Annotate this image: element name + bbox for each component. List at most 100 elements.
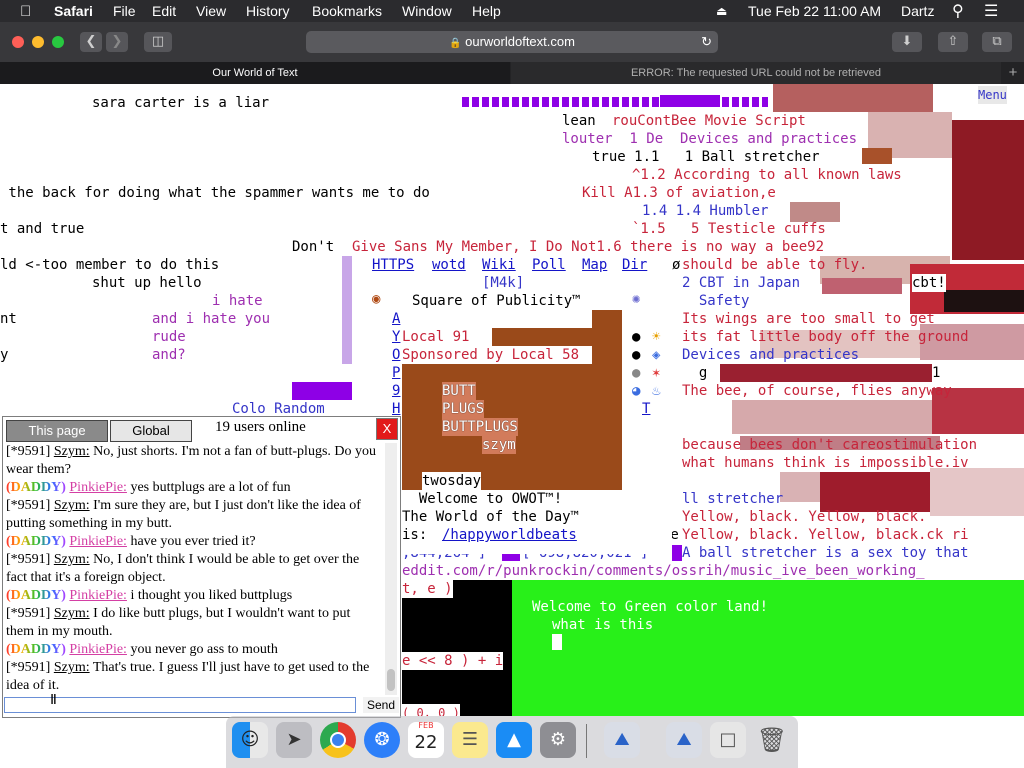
- chat-log[interactable]: [*9591] Szym: No, just shorts. I'm not a…: [6, 443, 381, 693]
- text-green-welcome: Welcome to Green color land!: [532, 599, 769, 615]
- document-icon[interactable]: ⛰: [666, 722, 702, 758]
- link-wiki[interactable]: Wiki: [482, 256, 516, 274]
- chat-rank-badge: (DADDY): [6, 642, 66, 657]
- control-center-icon[interactable]: ☰: [984, 1, 998, 21]
- tabs-overview-button[interactable]: ⧉: [982, 32, 1012, 52]
- chat-username[interactable]: Szym:: [54, 606, 90, 621]
- link-a[interactable]: A: [392, 310, 400, 328]
- send-button[interactable]: Send: [363, 697, 399, 713]
- chat-username[interactable]: Szym:: [54, 498, 90, 513]
- menu-file[interactable]: File: [113, 3, 136, 19]
- notes-icon[interactable]: ☰: [452, 722, 488, 758]
- link-p[interactable]: P: [392, 364, 400, 382]
- back-button[interactable]: ❮: [80, 32, 102, 52]
- reload-icon[interactable]: ↻: [701, 31, 712, 53]
- brown-block: [592, 310, 622, 490]
- chat-username[interactable]: PinkiePie:: [69, 480, 127, 495]
- chat-scrollbar[interactable]: [385, 443, 397, 695]
- app-menu-safari[interactable]: Safari: [54, 3, 93, 19]
- close-chat-button[interactable]: X: [376, 418, 398, 440]
- app-store-icon[interactable]: ▲: [496, 722, 532, 758]
- text-cbt: cbt!: [912, 274, 946, 292]
- menu-bookmarks[interactable]: Bookmarks: [312, 3, 382, 19]
- tab-this-page[interactable]: This page: [6, 420, 108, 442]
- text-humbler: 1.4 1.4 Humbler: [642, 203, 769, 219]
- finder-icon[interactable]: ☺: [232, 722, 268, 758]
- share-icon: ⇧: [947, 34, 959, 49]
- lock-icon: 🔒: [449, 38, 462, 49]
- chat-text: have you ever tried it?: [126, 534, 256, 549]
- chat-username[interactable]: PinkiePie:: [69, 534, 127, 549]
- tab-our-world-of-text[interactable]: Our World of Text: [0, 62, 510, 84]
- chat-username[interactable]: Szym:: [54, 552, 90, 567]
- text-i-hate: i hate: [212, 293, 263, 309]
- chrome-icon[interactable]: [320, 722, 356, 758]
- safari-icon[interactable]: ❂: [364, 722, 400, 758]
- tab-error[interactable]: ERROR: The requested URL could not be re…: [511, 62, 1001, 84]
- menu-view[interactable]: View: [196, 3, 226, 19]
- link-https[interactable]: HTTPS: [372, 256, 414, 274]
- chat-user-id: [*9591]: [6, 444, 51, 459]
- plus-icon: +: [1008, 64, 1018, 81]
- chat-username[interactable]: Szym:: [54, 444, 90, 459]
- launchpad-icon[interactable]: ➤: [276, 722, 312, 758]
- user-name[interactable]: Dartz: [901, 3, 934, 19]
- link-9[interactable]: 9: [392, 382, 400, 400]
- text-yellow-1: Yellow, black. Yellow, black.: [682, 509, 927, 525]
- tab-global[interactable]: Global: [110, 420, 192, 442]
- link-poll[interactable]: Poll: [532, 256, 566, 274]
- link-o[interactable]: O: [392, 346, 400, 364]
- preview-icon[interactable]: ⛰: [604, 722, 640, 758]
- link-y[interactable]: Y: [392, 328, 400, 346]
- menu-help[interactable]: Help: [472, 3, 501, 19]
- chevron-left-icon: ❮: [85, 34, 97, 49]
- purple-strip: [462, 97, 768, 107]
- address-bar[interactable]: 🔒 ourworldoftext.com ↻: [306, 31, 718, 53]
- close-window-button[interactable]: [12, 36, 24, 48]
- link-happyworldbeats[interactable]: /happyworldbeats: [442, 526, 577, 544]
- link-map[interactable]: Map: [582, 256, 607, 274]
- text-ball-stretcher: A ball stretcher is a sex toy that: [682, 545, 969, 561]
- chat-message: (DADDY) PinkiePie: you never go ass to m…: [6, 641, 381, 659]
- chat-username[interactable]: PinkiePie:: [69, 642, 127, 657]
- chat-username[interactable]: PinkiePie:: [69, 588, 127, 603]
- chat-username[interactable]: Szym:: [54, 660, 90, 675]
- link-dir[interactable]: Dir: [622, 256, 647, 274]
- menu-edit[interactable]: Edit: [152, 3, 176, 19]
- chat-user-id: [*9591]: [6, 660, 51, 675]
- text-szym: szym: [482, 436, 516, 454]
- text-green-what: what is this: [552, 617, 654, 633]
- pixel-block: [820, 472, 930, 512]
- tab-bar: Our World of Text ERROR: The requested U…: [0, 62, 1024, 84]
- forward-button[interactable]: ❯: [106, 32, 128, 52]
- new-tab-button[interactable]: +: [1002, 62, 1024, 84]
- calendar-icon[interactable]: FEB 22: [408, 721, 444, 758]
- search-icon[interactable]: ⚲: [952, 1, 964, 21]
- apple-icon[interactable]: : [20, 3, 31, 20]
- downloads-button[interactable]: ⬇: [892, 32, 922, 52]
- flame-icon: ♨: [652, 383, 661, 399]
- link-t[interactable]: T: [642, 400, 650, 418]
- sidebar-button[interactable]: ◫: [144, 32, 172, 52]
- text-welcome-owot: Welcome to OWOT™!: [402, 491, 563, 507]
- users-online: 19 users online: [215, 419, 306, 435]
- purple-block: [292, 382, 352, 400]
- menu-window[interactable]: Window: [402, 3, 452, 19]
- gem-icon: ◈: [652, 347, 661, 363]
- eject-icon[interactable]: ⏏: [716, 4, 727, 18]
- clock[interactable]: Tue Feb 22 11:00 AM: [748, 3, 881, 19]
- tab-label: Our World of Text: [212, 67, 298, 79]
- menu-label[interactable]: Menu: [978, 86, 1007, 104]
- scrollbar-thumb[interactable]: [387, 669, 395, 691]
- text-cursor: [552, 634, 562, 650]
- link-wotd[interactable]: wotd: [432, 256, 466, 274]
- menu-history[interactable]: History: [246, 3, 290, 19]
- file-icon[interactable]: □: [710, 722, 746, 758]
- trash-icon[interactable]: 🗑: [754, 722, 790, 758]
- system-preferences-icon[interactable]: ⚙: [540, 722, 576, 758]
- chat-message: (DADDY) PinkiePie: i thought you liked b…: [6, 587, 381, 605]
- share-button[interactable]: ⇧: [938, 32, 968, 52]
- zoom-window-button[interactable]: [52, 36, 64, 48]
- text-twosday: twosday: [422, 472, 482, 490]
- minimize-window-button[interactable]: [32, 36, 44, 48]
